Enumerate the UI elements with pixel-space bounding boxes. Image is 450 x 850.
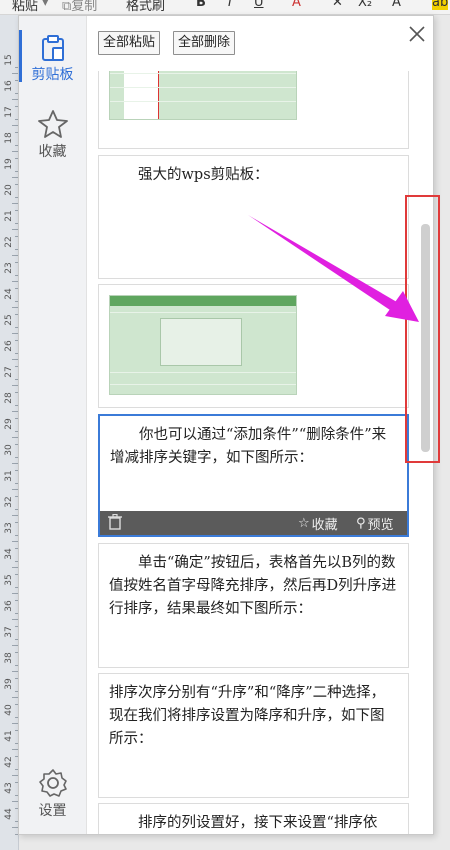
ruler-number: 39 bbox=[4, 678, 14, 690]
clip-item-toolbar: ☆ 收藏 ⚲ 预览 bbox=[100, 511, 407, 535]
strikethrough-icon[interactable]: A bbox=[292, 0, 301, 10]
font-color-icon[interactable]: A bbox=[392, 0, 401, 10]
ruler-number: 18 bbox=[4, 132, 14, 144]
clip-item-image[interactable] bbox=[98, 71, 409, 149]
sidebar-item-settings[interactable]: 设置 bbox=[19, 768, 86, 820]
clip-text: 排序的列设置好，接下来设置“排序依据”，排序依据中有四个 bbox=[137, 815, 378, 831]
ruler-number: 28 bbox=[4, 392, 14, 404]
ruler-number: 35 bbox=[4, 574, 14, 586]
clip-text: 单击“确定”按钮后，表格首先以B列的数值按姓名首字母降充排序，然后再D列升序进行… bbox=[109, 555, 397, 617]
ruler-number: 20 bbox=[4, 184, 14, 196]
delete-all-button[interactable]: 全部删除 bbox=[173, 31, 236, 55]
ruler-number: 33 bbox=[4, 522, 14, 534]
clip-item-text[interactable]: 排序的列设置好，接下来设置“排序依据”，排序依据中有四个 bbox=[98, 803, 409, 834]
ruler-number: 21 bbox=[4, 210, 14, 222]
ruler-number: 16 bbox=[4, 80, 14, 92]
ruler-number: 26 bbox=[4, 340, 14, 352]
vertical-ruler: 15 16 17 18 19 20 21 22 23 24 25 26 27 28 29 30 31 32 33 34… bbox=[0, 15, 19, 850]
ruler-number: 36 bbox=[4, 600, 14, 612]
ruler-number: 44 bbox=[4, 808, 14, 820]
clip-item-text-selected[interactable]: 你也可以通过“添加条件”“删除条件”来增减排序关键字，如下图所示： ☆ 收藏 ⚲ 预… bbox=[98, 414, 409, 537]
dropdown-arrow-icon[interactable]: ▾ bbox=[42, 0, 49, 10]
trash-icon[interactable] bbox=[108, 514, 122, 530]
italic-icon[interactable]: I bbox=[228, 0, 232, 10]
sidebar-item-label: 收藏 bbox=[38, 144, 67, 160]
sidebar-item-label: 剪贴板 bbox=[31, 67, 74, 83]
clipboard-icon bbox=[41, 35, 64, 61]
ruler-number: 24 bbox=[4, 288, 14, 300]
clip-item-text[interactable]: 单击“确定”按钮后，表格首先以B列的数值按姓名首字母降充排序，然后再D列升序进行… bbox=[98, 543, 409, 668]
clip-thumbnail bbox=[109, 71, 297, 120]
clipboard-list[interactable]: 强大的wps剪贴板： 你也可以通过“添加条件”“删除条件”来增减排序关键字，如下… bbox=[98, 71, 411, 834]
clip-text: 排序次序分别有“升序”和“降序”二种选择，现在我们将排序设置为降序和升序，如下图… bbox=[109, 685, 386, 747]
ruler-number: 31 bbox=[4, 470, 14, 482]
ruler-number: 27 bbox=[4, 366, 14, 378]
gear-icon bbox=[38, 769, 67, 797]
underline-icon[interactable]: U bbox=[254, 0, 264, 10]
ruler-number: 19 bbox=[4, 158, 14, 170]
sidebar-item-clipboard[interactable]: 剪贴板 bbox=[19, 34, 86, 84]
clipboard-panel: 剪贴板 收藏 设置 全部粘贴 全部删除 强大的wps剪贴板： 你也可以通过“添加… bbox=[18, 15, 434, 835]
paste-button[interactable]: 粘贴 bbox=[12, 0, 38, 14]
bold-icon[interactable]: B bbox=[196, 0, 206, 10]
ruler-number: 30 bbox=[4, 444, 14, 456]
clip-thumbnail bbox=[109, 295, 297, 395]
ruler-number: 42 bbox=[4, 756, 14, 768]
ruler-number: 25 bbox=[4, 314, 14, 326]
format-painter-button[interactable]: 格式刷 bbox=[126, 0, 165, 14]
sidebar-item-favorites[interactable]: 收藏 bbox=[19, 109, 86, 161]
ruler-number: 32 bbox=[4, 496, 14, 508]
clip-item-image[interactable] bbox=[98, 284, 409, 408]
star-icon bbox=[37, 110, 68, 138]
ruler-number: 29 bbox=[4, 418, 14, 430]
ruler-number: 17 bbox=[4, 106, 14, 118]
favorite-button[interactable]: ☆ 收藏 bbox=[298, 514, 338, 533]
highlight-icon[interactable]: ab bbox=[432, 0, 449, 10]
ruler-number: 23 bbox=[4, 262, 14, 274]
ruler-number: 40 bbox=[4, 704, 14, 716]
clip-item-text[interactable]: 排序次序分别有“升序”和“降序”二种选择，现在我们将排序设置为降序和升序，如下图… bbox=[98, 673, 409, 798]
copy-icon: ⧉ bbox=[62, 0, 72, 14]
search-icon: ⚲ bbox=[356, 516, 366, 531]
paste-all-button[interactable]: 全部粘贴 bbox=[98, 31, 161, 55]
ruler-number: 41 bbox=[4, 730, 14, 742]
ruler-number: 22 bbox=[4, 236, 14, 248]
ruler-number: 34 bbox=[4, 548, 14, 560]
ruler-number: 43 bbox=[4, 782, 14, 794]
top-toolbar: 粘贴 ▾ ⧉复制 格式刷 B I U A ✕ X₂ A ab bbox=[0, 0, 450, 15]
clip-text: 强大的wps剪贴板： bbox=[109, 167, 269, 183]
annotation-highlight-box bbox=[405, 195, 440, 463]
clear-format-icon[interactable]: ✕ bbox=[332, 0, 343, 10]
ruler-number: 15 bbox=[4, 54, 14, 66]
ruler-number: 37 bbox=[4, 626, 14, 638]
close-icon[interactable] bbox=[405, 22, 429, 46]
sidebar-item-label: 设置 bbox=[38, 803, 67, 819]
clip-text: 你也可以通过“添加条件”“删除条件”来增减排序关键字，如下图所示： bbox=[110, 427, 387, 466]
copy-button[interactable]: ⧉复制 bbox=[62, 0, 97, 14]
subscript-icon[interactable]: X₂ bbox=[358, 0, 372, 10]
preview-button[interactable]: ⚲ 预览 bbox=[356, 514, 394, 533]
ruler-number: 38 bbox=[4, 652, 14, 664]
clip-item-text[interactable]: 强大的wps剪贴板： bbox=[98, 155, 409, 279]
star-icon: ☆ bbox=[298, 516, 310, 531]
panel-sidebar: 剪贴板 收藏 设置 bbox=[19, 16, 87, 834]
